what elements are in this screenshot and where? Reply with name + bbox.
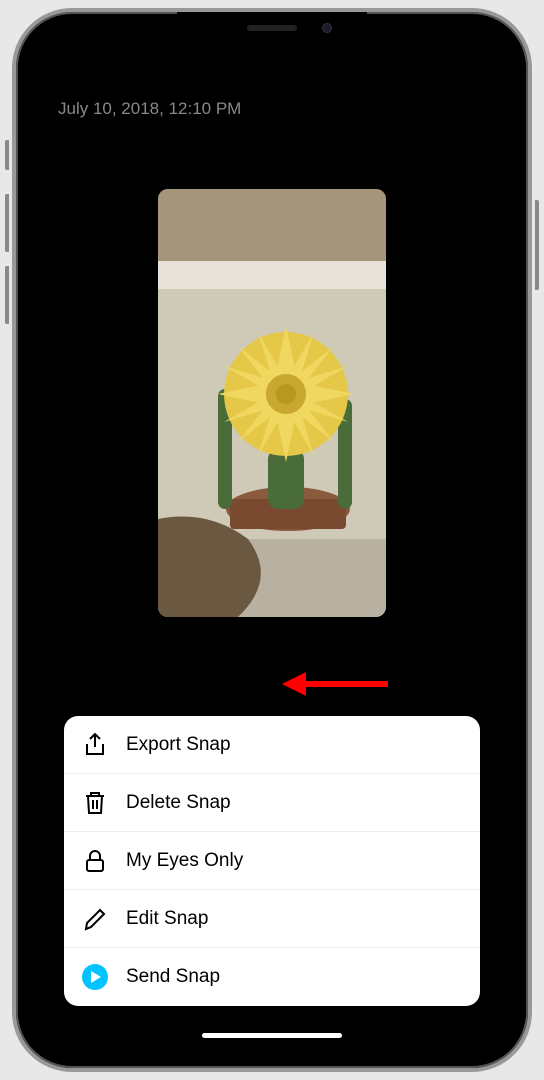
mute-switch	[5, 140, 9, 170]
action-menu: Export Snap Delete Snap	[64, 716, 480, 1006]
snap-photo[interactable]	[158, 189, 386, 617]
edit-icon	[82, 906, 108, 932]
trash-icon	[82, 790, 108, 816]
notch	[177, 12, 367, 40]
menu-item-label: My Eyes Only	[126, 850, 243, 872]
export-snap-item[interactable]: Export Snap	[64, 716, 480, 774]
front-camera	[322, 23, 332, 33]
annotation-arrow	[280, 664, 390, 709]
speaker	[247, 25, 297, 31]
menu-item-label: Edit Snap	[126, 908, 208, 930]
edit-snap-item[interactable]: Edit Snap	[64, 890, 480, 948]
send-snap-item[interactable]: Send Snap	[64, 948, 480, 1006]
phone-frame: July 10, 2018, 12:10 PM	[12, 8, 532, 1072]
delete-snap-item[interactable]: Delete Snap	[64, 774, 480, 832]
power-button	[535, 200, 539, 290]
menu-item-label: Export Snap	[126, 734, 231, 756]
lock-icon	[82, 848, 108, 874]
menu-item-label: Delete Snap	[126, 792, 231, 814]
home-indicator[interactable]	[202, 1033, 342, 1038]
menu-item-label: Send Snap	[126, 966, 220, 988]
volume-up-button	[5, 194, 9, 252]
timestamp-label: July 10, 2018, 12:10 PM	[58, 99, 241, 119]
volume-down-button	[5, 266, 9, 324]
screen: July 10, 2018, 12:10 PM	[36, 34, 508, 1046]
export-icon	[82, 732, 108, 758]
my-eyes-only-item[interactable]: My Eyes Only	[64, 832, 480, 890]
send-icon	[82, 964, 108, 990]
